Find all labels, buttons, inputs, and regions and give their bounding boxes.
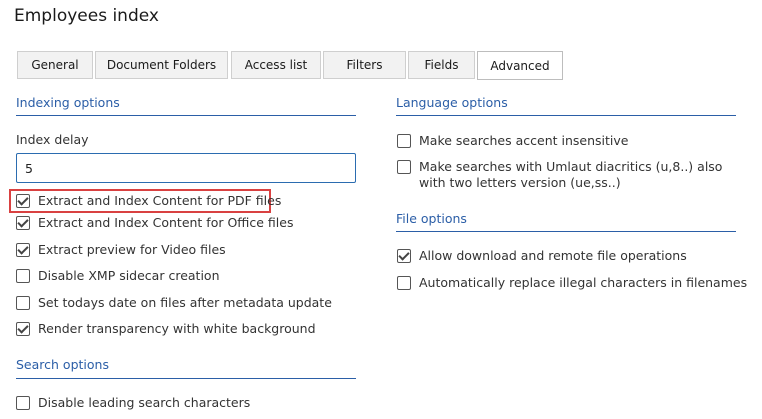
checkbox-label-transparency: Render transparency with white backgroun… bbox=[38, 321, 316, 336]
tab-fields[interactable]: Fields bbox=[408, 51, 475, 79]
checkbox-umlaut[interactable] bbox=[397, 160, 411, 174]
checkbox-row-extract-pdf[interactable]: Extract and Index Content for PDF files bbox=[16, 193, 281, 209]
checkbox-row-disable-xmp[interactable]: Disable XMP sidecar creation bbox=[16, 268, 220, 284]
checkbox-row-allow-download[interactable]: Allow download and remote file operation… bbox=[397, 248, 687, 264]
checkbox-label-leading-search: Disable leading search characters bbox=[38, 395, 251, 410]
file-options-divider bbox=[396, 231, 736, 232]
checkbox-label-umlaut: Make searches with Umlaut diacritics (u,… bbox=[419, 159, 723, 190]
checkbox-leading-search[interactable] bbox=[16, 396, 30, 410]
checkbox-row-replace-illegal[interactable]: Automatically replace illegal characters… bbox=[397, 275, 747, 291]
checkbox-label-todays-date: Set todays date on files after metadata … bbox=[38, 295, 332, 310]
checkbox-row-umlaut[interactable]: Make searches with Umlaut diacritics (u,… bbox=[397, 159, 742, 191]
language-options-divider bbox=[396, 115, 736, 116]
index-delay-label: Index delay bbox=[16, 132, 89, 147]
file-options-title: File options bbox=[396, 211, 467, 226]
checkbox-row-todays-date[interactable]: Set todays date on files after metadata … bbox=[16, 295, 332, 311]
checkbox-transparency[interactable] bbox=[16, 322, 30, 336]
checkbox-replace-illegal[interactable] bbox=[397, 276, 411, 290]
checkbox-row-accent-insensitive[interactable]: Make searches accent insensitive bbox=[397, 133, 628, 149]
checkbox-row-extract-office[interactable]: Extract and Index Content for Office fil… bbox=[16, 215, 293, 231]
page-title: Employees index bbox=[14, 6, 159, 26]
tab-document-folders[interactable]: Document Folders bbox=[95, 51, 228, 79]
checkbox-row-video-preview[interactable]: Extract preview for Video files bbox=[16, 242, 226, 258]
tab-general[interactable]: General bbox=[17, 51, 93, 79]
tab-advanced[interactable]: Advanced bbox=[477, 51, 563, 80]
indexing-options-divider bbox=[16, 115, 356, 116]
checkbox-label-video-preview: Extract preview for Video files bbox=[38, 242, 226, 257]
checkbox-row-leading-search[interactable]: Disable leading search characters bbox=[16, 395, 250, 411]
checkbox-label-accent-insensitive: Make searches accent insensitive bbox=[419, 133, 629, 148]
checkbox-todays-date[interactable] bbox=[16, 296, 30, 310]
checkbox-label-replace-illegal: Automatically replace illegal characters… bbox=[419, 275, 748, 290]
indexing-options-title: Indexing options bbox=[16, 95, 120, 110]
index-delay-input[interactable] bbox=[16, 153, 356, 183]
checkbox-accent-insensitive[interactable] bbox=[397, 134, 411, 148]
checkbox-allow-download[interactable] bbox=[397, 249, 411, 263]
search-options-divider bbox=[16, 378, 356, 379]
search-options-title: Search options bbox=[16, 357, 109, 372]
checkbox-label-extract-pdf: Extract and Index Content for PDF files bbox=[38, 193, 282, 208]
checkbox-row-transparency[interactable]: Render transparency with white backgroun… bbox=[16, 321, 316, 337]
checkbox-label-disable-xmp: Disable XMP sidecar creation bbox=[38, 268, 220, 283]
checkbox-extract-office[interactable] bbox=[16, 216, 30, 230]
checkbox-video-preview[interactable] bbox=[16, 243, 30, 257]
language-options-title: Language options bbox=[396, 95, 508, 110]
checkbox-extract-pdf[interactable] bbox=[16, 194, 30, 208]
tab-access-list[interactable]: Access list bbox=[231, 51, 321, 79]
checkbox-label-allow-download: Allow download and remote file operation… bbox=[419, 248, 687, 263]
checkbox-label-extract-office: Extract and Index Content for Office fil… bbox=[38, 215, 294, 230]
tab-filters[interactable]: Filters bbox=[323, 51, 406, 79]
checkbox-disable-xmp[interactable] bbox=[16, 269, 30, 283]
